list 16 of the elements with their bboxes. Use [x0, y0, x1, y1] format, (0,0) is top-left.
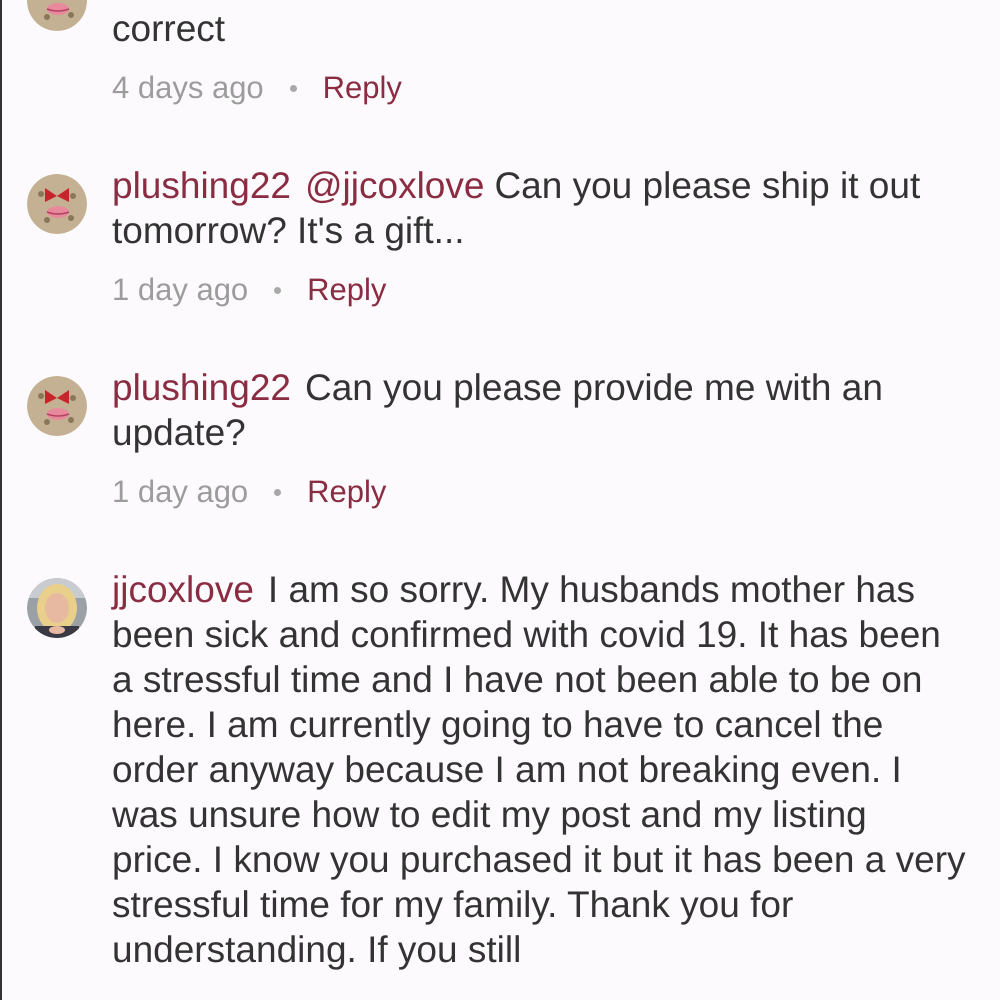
username-link[interactable]: jjcoxlove [112, 569, 254, 610]
comment-text: plushing22 Can you please provide me with an update? [112, 366, 884, 455]
reply-link[interactable]: Reply [322, 64, 402, 112]
timestamp: 1 day ago [112, 270, 248, 309]
timestamp: 1 day ago [112, 472, 248, 511]
username-link[interactable]: plushing22 [112, 367, 291, 408]
bag-avatar-icon [27, 376, 87, 436]
comment-text: jjcoxlove I am so sorry. My husbands mother has been sick and confirmed with covid 19. It has been a stressful time and I have not been able to be on here. I am currently going to have to cancel the order anyway because I am not breaking even. I was unsure how to edit my post and my listing price. I know you purchased it but it has been a very stressful time for my family. Thank you for understanding. If you still [112, 568, 967, 972]
username-link[interactable]: plushing22 [112, 165, 291, 206]
comment-text: plushing22 @jjcoxlove Can you please ship it out tomorrow? It's a gift... [112, 164, 922, 253]
timestamp: 4 days ago [112, 68, 264, 107]
mention-link[interactable]: @jjcoxlove [304, 165, 484, 206]
reply-link[interactable]: Reply [307, 468, 386, 516]
comment-text: correct [112, 7, 226, 51]
reply-link[interactable]: Reply [307, 266, 386, 314]
bag-avatar-icon [27, 174, 87, 234]
